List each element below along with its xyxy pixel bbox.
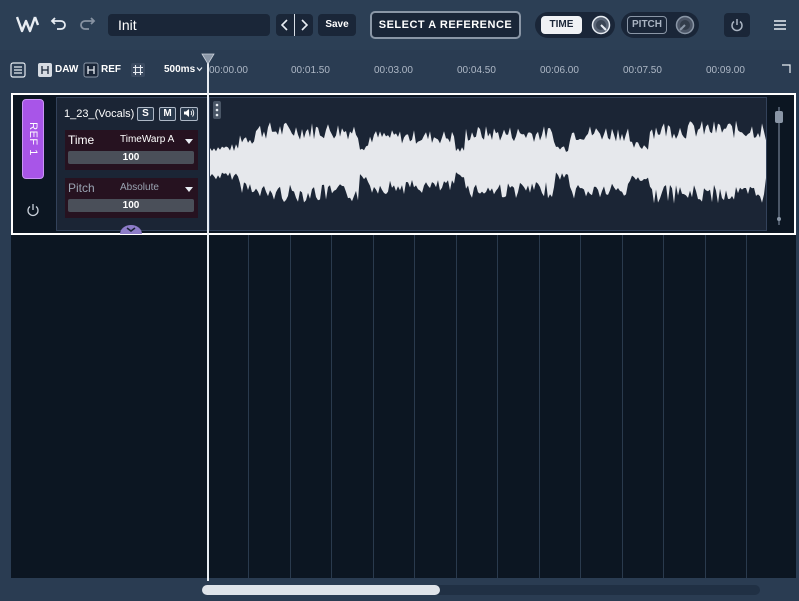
- grid-line: [705, 235, 706, 578]
- corner-resize-icon[interactable]: [781, 64, 791, 74]
- grid-line: [414, 235, 415, 578]
- grid-line: [580, 235, 581, 578]
- solo-button[interactable]: S: [137, 107, 154, 121]
- time-param: Time TimeWarp A 100: [65, 130, 198, 170]
- waves-logo-icon[interactable]: [16, 14, 40, 34]
- time-tick: 00:01.50: [291, 65, 330, 76]
- pitch-knob-icon[interactable]: [675, 15, 695, 35]
- grid-icon[interactable]: [130, 62, 146, 78]
- preset-name-field[interactable]: Init: [108, 14, 270, 36]
- time-knob-icon[interactable]: [591, 15, 611, 35]
- grid-line: [539, 235, 540, 578]
- time-tick: 00:06.00: [540, 65, 579, 76]
- pitch-toggle-group: PITCH: [621, 12, 699, 38]
- time-tick: 00:00.00: [209, 65, 248, 76]
- grid-line: [456, 235, 457, 578]
- track-power-icon[interactable]: [26, 203, 40, 217]
- waveform-graphic: [210, 120, 766, 204]
- ref-sync-icon[interactable]: [83, 62, 99, 78]
- vertical-zoom-slider[interactable]: [775, 107, 783, 225]
- time-tick: 00:07.50: [623, 65, 662, 76]
- grid-line: [331, 235, 332, 578]
- pitch-mode-select[interactable]: Absolute: [120, 182, 159, 193]
- hamburger-menu-icon[interactable]: [773, 19, 787, 31]
- ref-tab-label: REF 1: [27, 122, 39, 156]
- timeline-ruler: DAW REF 500ms 00:00.00 00:01.50 00:03.00…: [0, 58, 799, 82]
- speaker-icon: [184, 109, 195, 117]
- select-reference-button[interactable]: SELECT A REFERENCE: [370, 11, 521, 39]
- grid-line: [497, 235, 498, 578]
- time-tick: 00:03.00: [374, 65, 413, 76]
- monitor-button[interactable]: [180, 107, 198, 121]
- playhead-marker-icon[interactable]: [201, 53, 215, 65]
- grid-line: [248, 235, 249, 578]
- time-toggle-button[interactable]: TIME: [541, 16, 582, 34]
- horizontal-scroll-thumb[interactable]: [202, 585, 440, 595]
- pitch-param: Pitch Absolute 100: [65, 178, 198, 218]
- previous-preset-button[interactable]: [276, 14, 294, 36]
- time-tick: 00:04.50: [457, 65, 496, 76]
- daw-label: DAW: [55, 64, 79, 75]
- chevron-down-icon: [196, 67, 203, 72]
- zoom-select[interactable]: 500ms: [164, 64, 203, 75]
- grid-line: [622, 235, 623, 578]
- track-control-panel: 1_23_(Vocals) S M Time TimeWarp A 100 Pi…: [56, 97, 208, 234]
- caret-down-icon[interactable]: [185, 139, 193, 144]
- daw-sync-icon[interactable]: [37, 62, 53, 78]
- reference-track-row[interactable]: REF 1 1_23_(Vocals) S M Time TimeWarp A …: [11, 93, 796, 235]
- redo-icon[interactable]: [78, 15, 96, 33]
- time-amount-slider[interactable]: 100: [68, 151, 194, 164]
- time-toggle-group: TIME: [535, 12, 615, 38]
- expand-panel-icon[interactable]: [119, 224, 143, 234]
- next-preset-button[interactable]: [295, 14, 313, 36]
- preset-nav: [276, 14, 313, 36]
- power-button[interactable]: [724, 13, 750, 37]
- list-view-icon[interactable]: [10, 62, 26, 78]
- chevron-left-icon: [281, 19, 288, 31]
- ref-1-tab[interactable]: REF 1: [22, 99, 44, 179]
- pitch-amount-slider[interactable]: 100: [68, 199, 194, 212]
- time-param-label: Time: [68, 133, 95, 147]
- chevron-right-icon: [301, 19, 308, 31]
- zoom-value: 500ms: [164, 64, 196, 75]
- grid-line: [373, 235, 374, 578]
- save-button[interactable]: Save: [318, 14, 356, 36]
- grid-line: [746, 235, 747, 578]
- power-icon: [731, 19, 743, 32]
- time-mode-select[interactable]: TimeWarp A: [120, 134, 174, 145]
- playhead-line[interactable]: [207, 60, 209, 581]
- ref-label: REF: [101, 64, 121, 75]
- grid-line: [290, 235, 291, 578]
- caret-down-icon[interactable]: [185, 187, 193, 192]
- grid-line: [663, 235, 664, 578]
- time-tick: 00:09.00: [706, 65, 745, 76]
- clip-menu-icon[interactable]: [213, 101, 221, 119]
- top-toolbar: Init Save SELECT A REFERENCE TIME PITCH: [0, 0, 799, 50]
- waveform-display[interactable]: [209, 97, 767, 231]
- pitch-toggle-button[interactable]: PITCH: [627, 16, 667, 34]
- track-name: 1_23_(Vocals): [64, 108, 135, 120]
- undo-icon[interactable]: [50, 15, 68, 33]
- mute-button[interactable]: M: [159, 107, 176, 121]
- pitch-param-label: Pitch: [68, 181, 95, 195]
